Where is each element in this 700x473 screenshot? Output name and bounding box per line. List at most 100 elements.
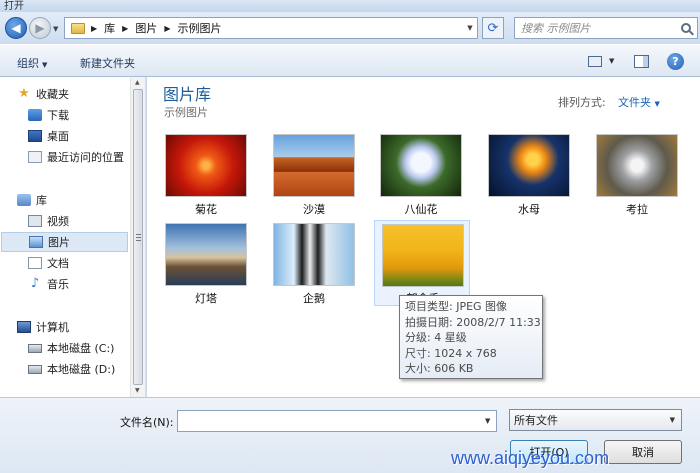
arrange-by-dropdown[interactable]: 文件夹 ▼ xyxy=(618,94,660,110)
chevron-right-icon[interactable]: ▶ xyxy=(162,24,172,33)
desktop-icon xyxy=(28,130,42,142)
file-thumbnail[interactable]: 灯塔 xyxy=(158,223,254,313)
tooltip-date-taken: 拍摄日期: 2008/2/7 11:33 xyxy=(405,315,541,329)
sidebar-item-drive-c[interactable]: 本地磁盘 (C:) xyxy=(28,338,114,358)
library-subtitle: 示例图片 xyxy=(164,106,208,119)
tooltip-item-type: 项目类型: JPEG 图像 xyxy=(405,300,508,313)
tulips-image xyxy=(382,224,464,287)
refresh-button[interactable]: ⟳ xyxy=(482,17,504,39)
arrow-right-icon: ▶ xyxy=(35,21,45,35)
arrange-by-label: 排列方式: xyxy=(558,96,606,109)
file-name: 菊花 xyxy=(195,203,217,216)
star-icon: ★ xyxy=(18,86,30,101)
search-placeholder: 搜索 示例图片 xyxy=(521,22,591,35)
file-thumbnail[interactable]: 沙漠 xyxy=(266,134,362,224)
history-dropdown-icon[interactable]: ▼ xyxy=(53,25,58,33)
refresh-icon: ⟳ xyxy=(487,20,499,36)
file-thumbnail[interactable]: 八仙花 xyxy=(373,134,469,224)
address-bar[interactable]: ▶ 库 ▶ 图片 ▶ 示例图片 ▼ xyxy=(64,17,478,39)
scroll-up-icon[interactable]: ▲ xyxy=(135,79,140,86)
jellyfish-image xyxy=(488,134,570,197)
scroll-down-icon[interactable]: ▼ xyxy=(135,387,140,394)
pictures-library-icon xyxy=(29,236,43,248)
sidebar-item-favorites[interactable]: ★ 收藏夹 xyxy=(17,84,69,104)
caret-down-icon: ▼ xyxy=(654,100,660,108)
file-thumbnail[interactable]: 菊花 xyxy=(158,134,254,224)
tooltip-file-size: 大小: 606 KB xyxy=(405,362,474,375)
file-name: 水母 xyxy=(518,203,540,216)
documents-library-icon xyxy=(28,257,42,269)
folder-icon xyxy=(71,22,85,34)
navigation-pane: ★ 收藏夹 下载 桌面 最近访问的位置 库 视频 图片 文档 ♪ 音乐 计算机 … xyxy=(0,77,146,397)
music-note-icon: ♪ xyxy=(30,276,40,291)
file-thumbnail[interactable]: 企鹅 xyxy=(266,223,362,313)
penguins-image xyxy=(273,223,355,286)
file-thumbnail-hovered[interactable]: 郁金香 xyxy=(374,220,470,306)
breadcrumb-library[interactable]: 库 xyxy=(99,20,120,36)
sidebar-item-pictures[interactable]: 图片 xyxy=(1,232,128,252)
file-name: 沙漠 xyxy=(303,203,325,216)
file-name: 企鹅 xyxy=(303,292,325,305)
tooltip-dimensions: 尺寸: 1024 x 768 xyxy=(405,346,497,360)
koala-image xyxy=(596,134,678,197)
title-bar: 打开 xyxy=(0,0,700,12)
file-name: 灯塔 xyxy=(195,292,217,305)
file-thumbnail[interactable]: 水母 xyxy=(481,134,577,224)
search-icon[interactable] xyxy=(681,23,691,33)
view-mode-icon[interactable] xyxy=(588,56,602,67)
tooltip-rating: 分级: 4 星级 xyxy=(405,331,467,344)
file-info-tooltip: 项目类型: JPEG 图像 拍摄日期: 2008/2/7 11:33 分级: 4… xyxy=(399,295,543,379)
file-type-filter-select[interactable]: 所有文件 ▼ xyxy=(509,409,682,431)
file-name: 八仙花 xyxy=(404,203,438,216)
filename-input[interactable] xyxy=(177,410,497,432)
caret-down-icon: ▼ xyxy=(669,416,675,424)
desert-image xyxy=(273,134,355,197)
filename-label: 文件名(N): xyxy=(120,416,174,429)
view-dropdown-icon[interactable]: ▼ xyxy=(609,57,614,65)
forward-button[interactable]: ▶ xyxy=(29,17,51,39)
search-box[interactable]: 搜索 示例图片 xyxy=(514,17,698,39)
preview-pane-icon[interactable] xyxy=(634,55,649,68)
chrysanthemum-image xyxy=(165,134,247,197)
sidebar-item-music[interactable]: ♪ 音乐 xyxy=(28,274,69,294)
filename-history-dropdown-icon[interactable]: ▼ xyxy=(485,417,490,425)
downloads-folder-icon xyxy=(28,109,42,121)
library-icon xyxy=(17,194,31,206)
chevron-right-icon[interactable]: ▶ xyxy=(89,24,99,33)
cancel-button[interactable]: 取消 xyxy=(604,440,682,464)
hydrangeas-image xyxy=(380,134,462,197)
new-folder-button[interactable]: 新建文件夹 xyxy=(80,55,135,71)
chevron-right-icon[interactable]: ▶ xyxy=(120,24,130,33)
help-icon[interactable]: ? xyxy=(667,53,684,70)
computer-icon xyxy=(17,321,31,333)
sidebar-item-downloads[interactable]: 下载 xyxy=(28,105,69,125)
recent-places-icon xyxy=(28,151,42,163)
library-title: 图片库 xyxy=(163,85,212,104)
caret-down-icon: ▼ xyxy=(42,61,48,69)
video-library-icon xyxy=(28,215,42,227)
back-button[interactable]: ◀ xyxy=(5,17,27,39)
site-watermark: www.aiqiyeyou.com xyxy=(451,448,610,468)
sidebar-item-recent-places[interactable]: 最近访问的位置 xyxy=(28,147,124,167)
hard-drive-icon xyxy=(28,343,42,353)
address-dropdown-icon[interactable]: ▼ xyxy=(463,18,477,38)
scrollbar-thumb[interactable] xyxy=(133,89,143,385)
window-title: 打开 xyxy=(4,1,24,12)
breadcrumb-sample-pictures[interactable]: 示例图片 xyxy=(172,20,226,36)
file-thumbnail[interactable]: 考拉 xyxy=(589,134,685,224)
breadcrumb-pictures[interactable]: 图片 xyxy=(130,20,162,36)
arrow-left-icon: ◀ xyxy=(11,21,21,35)
sidebar-item-desktop[interactable]: 桌面 xyxy=(28,126,69,146)
organize-menu-button[interactable]: 组织 ▼ xyxy=(17,55,47,71)
hard-drive-icon xyxy=(28,364,42,374)
sidebar-item-computer[interactable]: 计算机 xyxy=(17,317,69,337)
sidebar-item-videos[interactable]: 视频 xyxy=(28,211,69,231)
lighthouse-image xyxy=(165,223,247,286)
sidebar-item-libraries[interactable]: 库 xyxy=(17,190,47,210)
navigation-bar: ◀ ▶ ▼ ▶ 库 ▶ 图片 ▶ 示例图片 ▼ ⟳ 搜索 示例图片 xyxy=(0,12,700,44)
sidebar-item-drive-d[interactable]: 本地磁盘 (D:) xyxy=(28,359,115,379)
command-toolbar: 组织 ▼ 新建文件夹 ▼ ? xyxy=(0,44,700,77)
sidebar-scrollbar[interactable]: ▲ ▼ xyxy=(130,77,145,397)
file-name: 考拉 xyxy=(626,203,648,216)
sidebar-item-documents[interactable]: 文档 xyxy=(28,253,69,273)
